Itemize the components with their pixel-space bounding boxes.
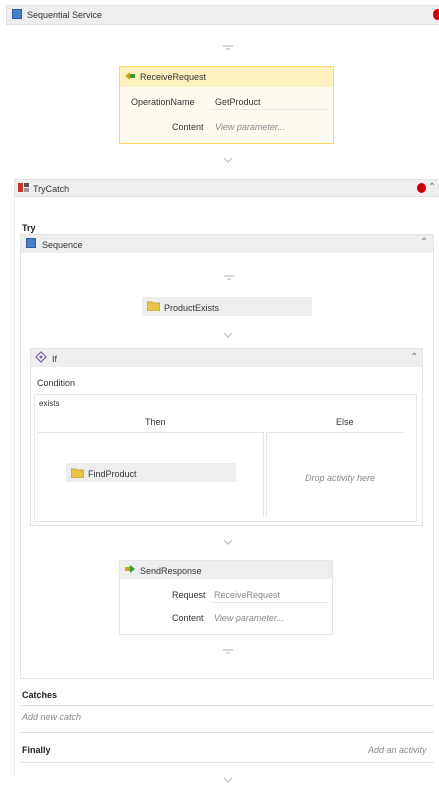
service-icon <box>12 9 22 19</box>
catches-label: Catches <box>22 690 58 700</box>
condition-expression[interactable]: exists <box>39 399 59 408</box>
catches-divider <box>20 705 434 706</box>
finally-divider <box>20 762 434 763</box>
receive-icon <box>125 72 135 80</box>
content-label: Content <box>172 122 204 132</box>
operation-name-value: GetProduct <box>215 97 261 107</box>
sequence-header[interactable] <box>21 235 433 253</box>
if-header[interactable] <box>31 349 422 367</box>
product-exists-title: ProductExists <box>164 303 220 313</box>
try-label: Try <box>22 223 36 233</box>
receive-request-title: ReceiveRequest <box>140 72 207 82</box>
drop-arrow-icon <box>223 539 233 545</box>
collapse-icon[interactable]: ⌃ <box>410 352 418 363</box>
drop-arrow-icon <box>223 157 233 163</box>
folder-icon <box>71 468 84 478</box>
send-response-title: SendResponse <box>140 566 202 576</box>
find-product-title: FindProduct <box>88 469 137 479</box>
drop-arrow-icon <box>223 649 233 654</box>
finally-divider <box>20 732 434 733</box>
error-icon <box>417 183 426 193</box>
condition-label: Condition <box>37 378 76 388</box>
content-view-parameter-link[interactable]: View parameter... <box>215 122 285 132</box>
collapse-icon[interactable]: ⌃ <box>420 237 428 248</box>
trycatch-icon <box>18 183 29 192</box>
drop-arrow-icon <box>223 777 233 783</box>
folder-icon <box>147 301 160 311</box>
if-icon <box>35 351 47 363</box>
content-view-parameter-link[interactable]: View parameter... <box>214 613 284 623</box>
drop-arrow-icon <box>223 45 233 50</box>
error-icon <box>433 9 439 20</box>
sequence-title: Sequence <box>42 240 83 250</box>
request-label: Request <box>172 590 206 600</box>
if-title: If <box>52 354 58 364</box>
send-icon <box>125 565 135 573</box>
else-label: Else <box>336 417 354 427</box>
sequence-icon <box>26 238 36 248</box>
trycatch-header[interactable] <box>14 179 439 197</box>
add-activity-link[interactable]: Add an activity <box>368 745 427 755</box>
else-drop-target[interactable]: Drop activity here <box>305 473 375 483</box>
drop-arrow-icon <box>224 275 234 280</box>
add-new-catch-link[interactable]: Add new catch <box>22 712 81 722</box>
collapse-icon[interactable]: ⌃ <box>428 182 436 193</box>
drop-arrow-icon <box>223 332 233 338</box>
content-label: Content <box>172 613 204 623</box>
operation-name-label: OperationName <box>131 97 195 107</box>
finally-label: Finally <box>22 745 51 755</box>
then-label: Then <box>145 417 166 427</box>
request-value: ReceiveRequest <box>214 590 281 600</box>
sequential-service-title: Sequential Service <box>27 10 103 20</box>
trycatch-title: TryCatch <box>33 184 70 194</box>
